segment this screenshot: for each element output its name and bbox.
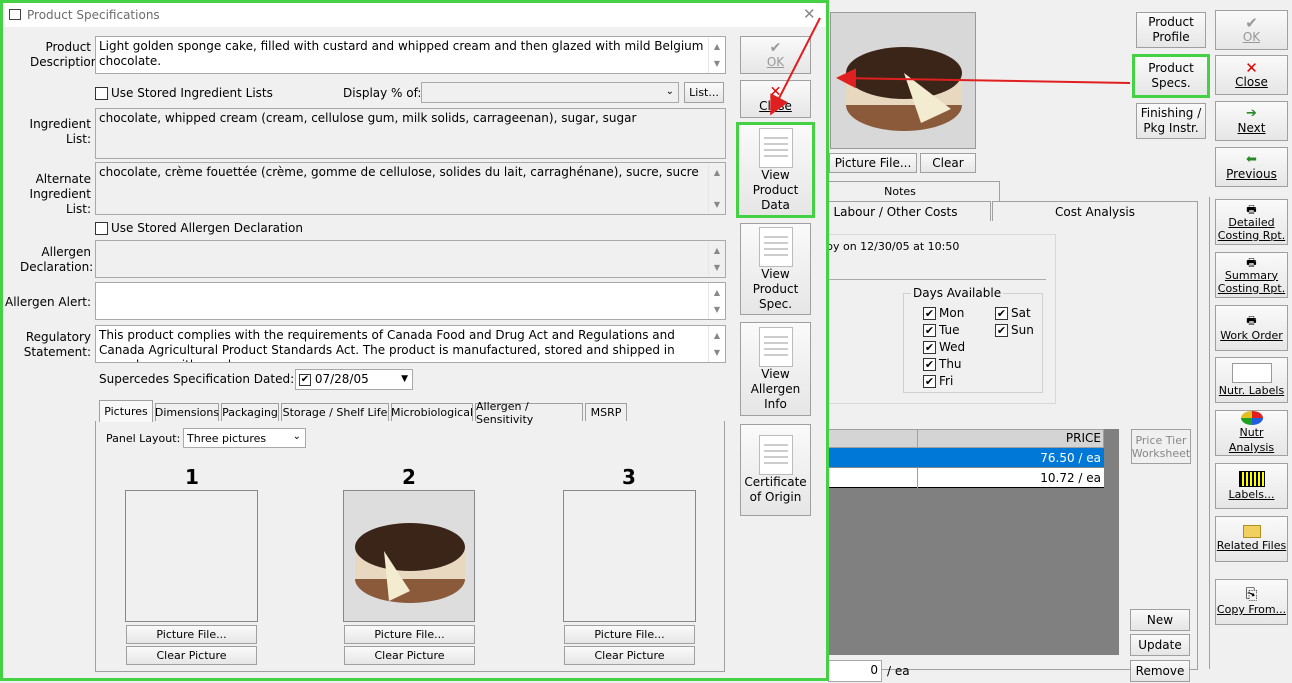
annotation-arrows xyxy=(770,17,1131,116)
